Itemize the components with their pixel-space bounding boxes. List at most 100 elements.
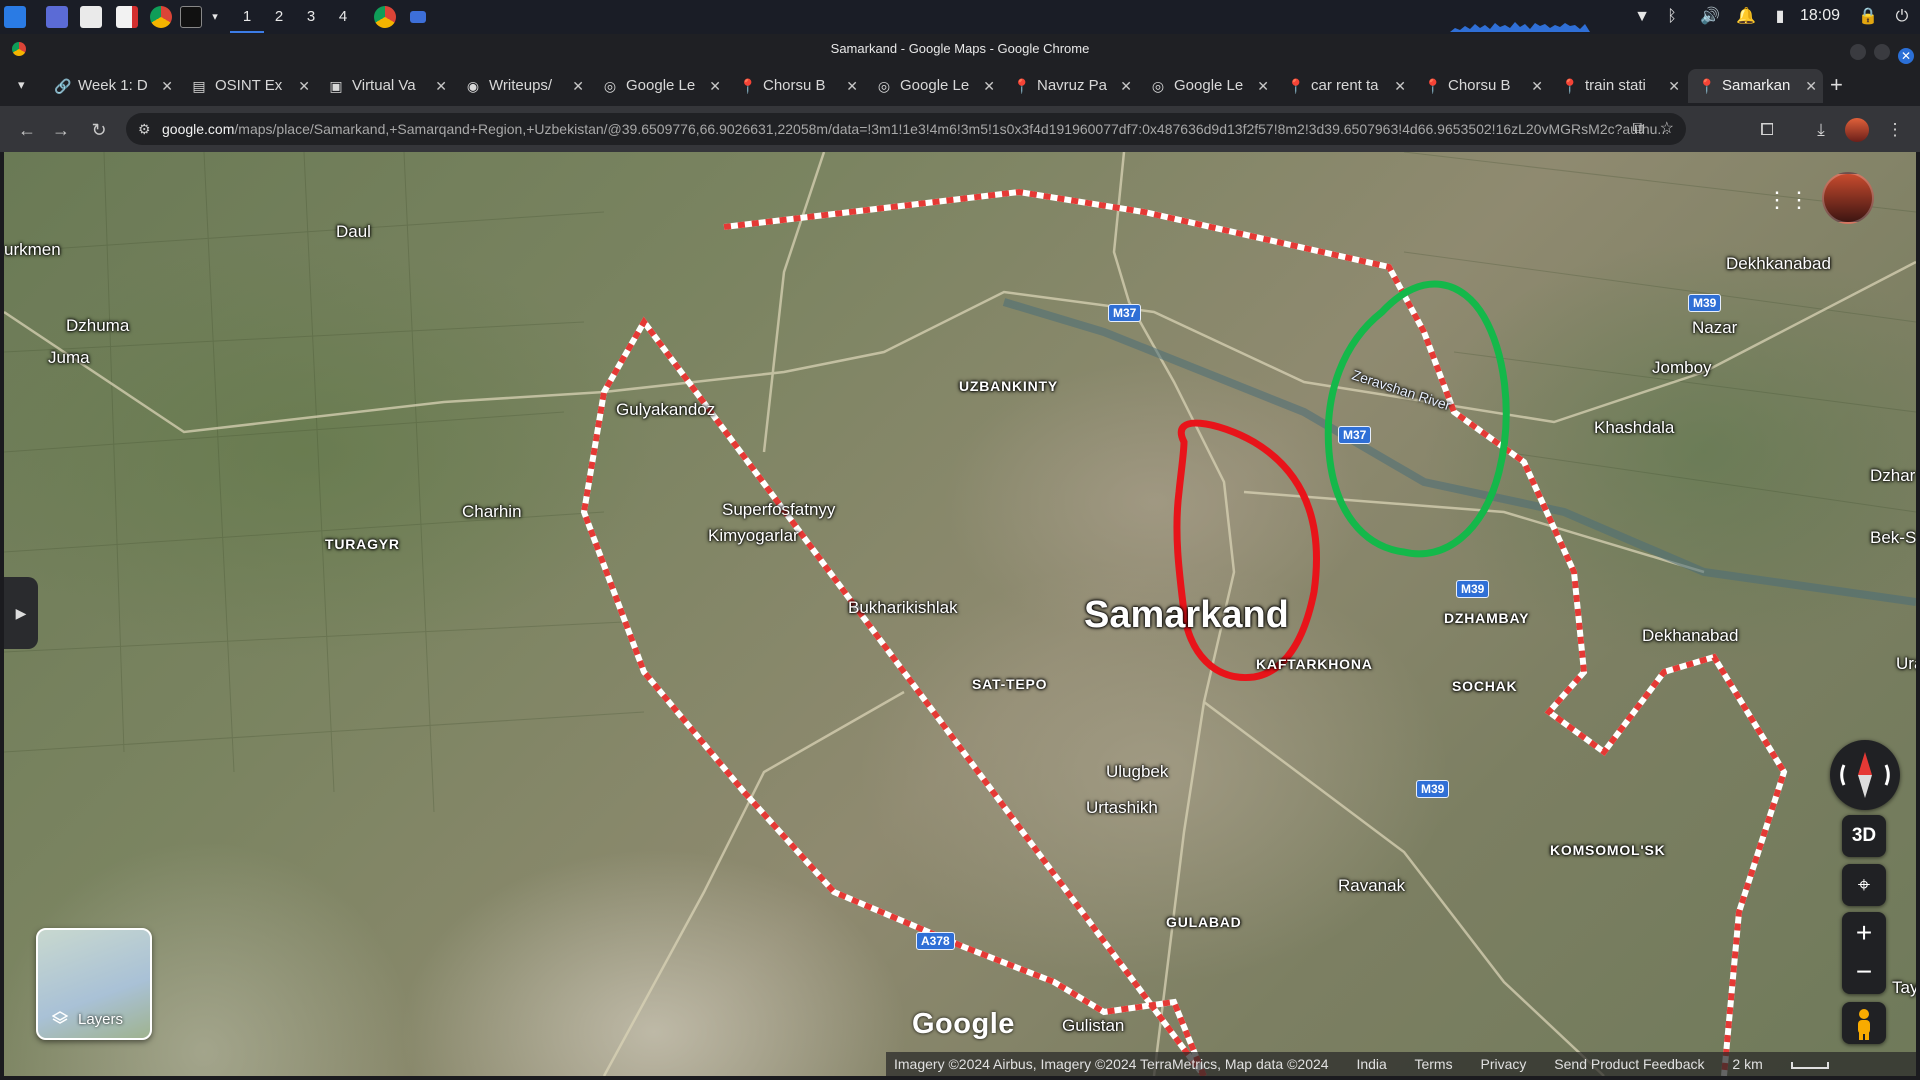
map-label-sat-tepo[interactable]: SAT-TEPO — [972, 676, 1047, 692]
map-label-ulugbek[interactable]: Ulugbek — [1106, 762, 1168, 782]
browser-tab[interactable]: ▤ OSINT Ex ✕ — [181, 69, 316, 103]
map-label-dekhkanabad[interactable]: Dekhkanabad — [1726, 254, 1831, 274]
browser-tab[interactable]: 📍 car rent ta ✕ — [1277, 69, 1412, 103]
bluetooth-icon[interactable]: ᛒ — [1662, 7, 1682, 27]
site-info-icon[interactable]: ⚙ — [138, 113, 151, 145]
close-tab-icon[interactable]: ✕ — [1531, 69, 1543, 103]
wifi-icon[interactable]: ▼ — [1632, 7, 1652, 27]
close-tab-icon[interactable]: ✕ — [1120, 69, 1132, 103]
taskbar-chrome-window[interactable] — [374, 6, 396, 28]
map-label-dekhanabad[interactable]: Dekhanabad — [1642, 626, 1738, 646]
close-tab-icon[interactable]: ✕ — [846, 69, 858, 103]
map-label-tay[interactable]: Tay — [1892, 978, 1916, 998]
close-tab-icon[interactable]: ✕ — [1805, 69, 1817, 103]
country-link[interactable]: India — [1356, 1056, 1386, 1072]
browser-tab[interactable]: 📍 Chorsu B ✕ — [729, 69, 864, 103]
clock[interactable]: 18:09 — [1800, 7, 1840, 25]
chrome-icon[interactable] — [150, 6, 172, 28]
satellite-map[interactable]: urkmen Daul Dzhuma Juma Gulyakandoz UZBA… — [4, 152, 1916, 1076]
google-apps-icon[interactable]: ⋮⋮ — [1766, 186, 1810, 214]
privacy-link[interactable]: Privacy — [1480, 1056, 1526, 1072]
send-feedback-link[interactable]: Send Product Feedback — [1554, 1056, 1704, 1072]
browser-tab[interactable]: 📍 Navruz Pa ✕ — [1003, 69, 1138, 103]
toggle-3d-button[interactable]: 3D — [1842, 815, 1886, 857]
map-label-ravanak[interactable]: Ravanak — [1338, 876, 1405, 896]
map-label-sochak[interactable]: SOCHAK — [1452, 678, 1517, 694]
downloads-icon[interactable]: ⤓ — [1808, 117, 1834, 143]
map-label-gulyakandoz[interactable]: Gulyakandoz — [616, 400, 715, 420]
workspace-2[interactable]: 2 — [268, 7, 290, 27]
map-label-kaftarkhona[interactable]: KAFTARKHONA — [1256, 656, 1373, 672]
close-tab-icon[interactable]: ✕ — [298, 69, 310, 103]
terminal-icon[interactable] — [180, 6, 202, 28]
expand-side-panel-button[interactable]: ▶ — [4, 577, 38, 649]
workspace-4[interactable]: 4 — [332, 7, 354, 27]
terminal-dropdown-icon[interactable]: ▾ — [204, 7, 226, 27]
taskbar-window-icon[interactable] — [410, 11, 426, 23]
map-label-dzhar[interactable]: Dzhar — [1870, 466, 1915, 486]
notification-bell-icon[interactable]: 🔔 — [1736, 7, 1756, 27]
account-avatar[interactable] — [1822, 172, 1874, 224]
map-label-dzhambay[interactable]: DZHAMBAY — [1444, 610, 1529, 626]
tab-search-icon[interactable]: ▾ — [18, 77, 25, 93]
power-icon[interactable]: ⏻ — [1892, 7, 1912, 27]
map-label-gulabad[interactable]: GULABAD — [1166, 914, 1242, 930]
close-tab-icon[interactable]: ✕ — [572, 69, 584, 103]
map-label-juma[interactable]: Juma — [48, 348, 90, 368]
imagery-attribution[interactable]: Imagery ©2024 Airbus, Imagery ©2024 Terr… — [894, 1056, 1329, 1072]
close-tab-icon[interactable]: ✕ — [1257, 69, 1269, 103]
install-app-icon[interactable]: ⧉ — [1633, 113, 1644, 145]
profile-avatar[interactable] — [1845, 118, 1869, 142]
close-tab-icon[interactable]: ✕ — [161, 69, 173, 103]
reload-button[interactable]: ↻ — [86, 117, 112, 143]
browser-tab[interactable]: 🔗 Week 1: D ✕ — [44, 69, 179, 103]
file-manager-icon[interactable] — [80, 6, 102, 28]
map-label-bek-s[interactable]: Bek-S — [1870, 528, 1916, 548]
map-label-gulistan[interactable]: Gulistan — [1062, 1016, 1124, 1036]
bookmark-star-icon[interactable]: ☆ — [1660, 113, 1674, 145]
map-label-daul[interactable]: Daul — [336, 222, 371, 242]
close-tab-icon[interactable]: ✕ — [1668, 69, 1680, 103]
start-menu-icon[interactable] — [4, 6, 26, 28]
terms-link[interactable]: Terms — [1414, 1056, 1452, 1072]
extensions-icon[interactable]: ⧠ — [1754, 117, 1780, 143]
battery-icon[interactable]: ▮ — [1770, 7, 1790, 27]
workspace-1[interactable]: 1 — [230, 7, 264, 33]
map-label-dzhuma[interactable]: Dzhuma — [66, 316, 129, 336]
layers-button[interactable]: Layers — [36, 928, 152, 1040]
compass-control[interactable] — [1830, 740, 1900, 810]
close-tab-icon[interactable]: ✕ — [983, 69, 995, 103]
browser-tab[interactable]: ◎ Google Le ✕ — [592, 69, 727, 103]
map-label-turagyr[interactable]: TURAGYR — [325, 536, 400, 552]
menu-kebab-icon[interactable]: ⋮ — [1882, 117, 1908, 143]
close-tab-icon[interactable]: ✕ — [709, 69, 721, 103]
browser-tab[interactable]: ◉ Writeups/ ✕ — [455, 69, 590, 103]
browser-tab[interactable]: ◎ Google Le ✕ — [1140, 69, 1275, 103]
map-label-khashdala[interactable]: Khashdala — [1594, 418, 1674, 438]
close-tab-icon[interactable]: ✕ — [1394, 69, 1406, 103]
address-bar[interactable]: ⚙ google.com/maps/place/Samarkand,+Samar… — [126, 113, 1686, 145]
workspace-3[interactable]: 3 — [300, 7, 322, 27]
map-label-uzbankinty[interactable]: UZBANKINTY — [959, 378, 1058, 394]
my-location-button[interactable]: ⌖ — [1842, 864, 1886, 906]
forward-button[interactable]: → — [48, 117, 74, 143]
back-button[interactable]: ← — [14, 117, 40, 143]
browser-tab[interactable]: 📍 Chorsu B ✕ — [1414, 69, 1549, 103]
map-label-superfosfatnyy[interactable]: Superfosfatnyy — [722, 500, 835, 520]
volume-icon[interactable]: 🔊 — [1700, 7, 1720, 27]
minimize-button[interactable] — [1850, 44, 1866, 60]
lock-icon[interactable]: 🔒 — [1858, 7, 1878, 27]
close-window-button[interactable]: ✕ — [1898, 48, 1914, 64]
map-label-nazar[interactable]: Nazar — [1692, 318, 1737, 338]
desktop-icon[interactable] — [46, 6, 68, 28]
map-label-kimyogarlar[interactable]: Kimyogarlar — [708, 526, 799, 546]
browser-tab[interactable]: 📍 train stati ✕ — [1551, 69, 1686, 103]
browser-tab[interactable]: 📍 Samarkan ✕ — [1688, 69, 1823, 103]
zoom-in-button[interactable]: + — [1842, 912, 1886, 953]
street-view-pegman-icon[interactable] — [1842, 1002, 1886, 1044]
document-viewer-icon[interactable] — [116, 6, 138, 28]
map-label-komsomolsk[interactable]: KOMSOMOL'SK — [1550, 842, 1666, 858]
maximize-button[interactable] — [1874, 44, 1890, 60]
map-label-ura[interactable]: Ura — [1896, 654, 1916, 674]
new-tab-button[interactable]: + — [1830, 72, 1843, 98]
